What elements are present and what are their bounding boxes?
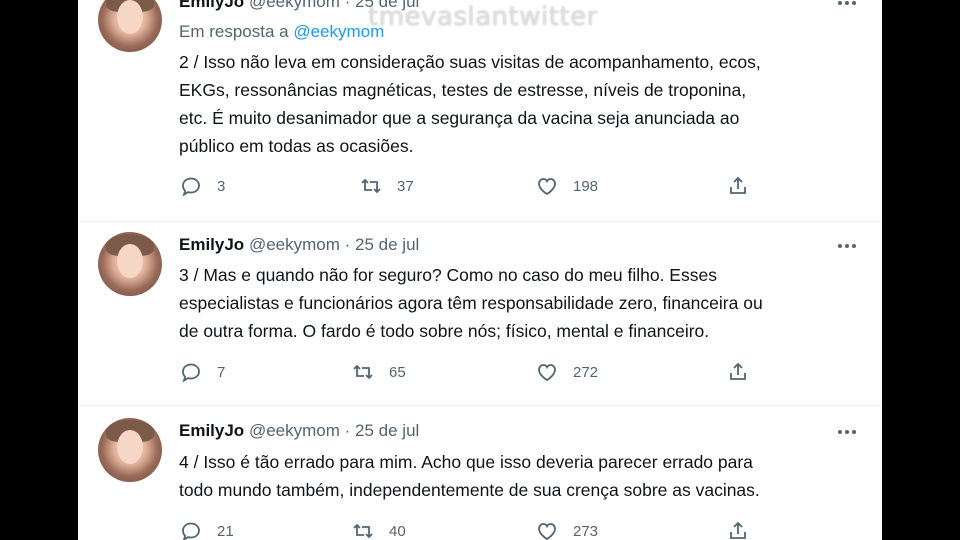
retweet-icon [353,364,373,380]
retweet-button[interactable]: 37 [359,173,414,199]
reply-count: 3 [217,177,226,195]
share-button[interactable] [726,173,750,199]
tweet-line: 4 / Isso é tão errado para mim. Acho que… [179,452,753,472]
share-icon [730,362,746,380]
heart-icon [538,523,556,540]
tweet-line: todo mundo também, independentemente de … [179,480,760,500]
retweet-count: 40 [389,522,406,540]
like-count: 272 [573,363,599,381]
tweet-date[interactable]: 25 de jul [355,235,419,254]
author-handle[interactable]: @eekymom [249,0,340,11]
tweet-date[interactable]: 25 de jul [355,421,419,440]
author-name[interactable]: EmilyJo [179,0,244,11]
like-button[interactable]: 198 [535,173,598,199]
separator: · [344,421,351,440]
tweet-actions: 7 65 272 [179,359,779,385]
reply-button[interactable]: 3 [179,173,225,199]
tweet-line: especialistas e funcionários agora têm r… [179,293,763,313]
avatar[interactable] [98,232,162,296]
tweet-actions: 21 40 273 [179,518,779,540]
retweet-button[interactable]: 65 [351,359,406,385]
reply-button[interactable]: 21 [179,518,234,540]
retweet-count: 37 [397,177,414,195]
reply-icon [182,522,200,540]
share-button[interactable] [726,518,750,540]
reply-icon [182,177,200,197]
heart-icon [538,364,556,382]
tweet-thread: EmilyJo @eekymom · 25 de jul Em resposta… [78,0,882,540]
retweet-icon [361,178,381,194]
tweet-line: 2 / Isso não leva em consideração suas v… [179,52,761,72]
author-name[interactable]: EmilyJo [179,421,244,440]
tweet-header: EmilyJo @eekymom · 25 de jul [179,421,419,443]
divider [78,221,882,222]
reply-count: 7 [217,363,226,381]
like-count: 198 [573,177,599,195]
share-button[interactable] [726,359,750,385]
tweet-line: EKGs, ressonâncias magnéticas, testes de… [179,80,747,100]
heart-icon [538,178,556,196]
share-icon [730,521,746,539]
reply-count: 21 [217,522,234,540]
watermark: tmevaslantwitter [368,2,598,32]
tweet-line: etc. É muito desanimador que a segurança… [179,108,740,128]
separator: · [344,0,351,11]
tweet-header: EmilyJo @eekymom · 25 de jul [179,235,419,257]
tweet-text: 3 / Mas e quando não for seguro? Como no… [179,261,869,345]
author-handle[interactable]: @eekymom [249,421,340,440]
more-icon[interactable] [834,425,860,439]
separator: · [344,235,351,254]
reply-prefix: Em resposta a [179,22,289,41]
author-handle[interactable]: @eekymom [249,235,340,254]
share-icon [730,176,746,194]
retweet-button[interactable]: 40 [351,518,406,540]
reply-context: Em resposta a @eekymom [179,22,384,42]
retweet-count: 65 [389,363,406,381]
like-button[interactable]: 272 [535,359,598,385]
tweet-line: 3 / Mas e quando não for seguro? Como no… [179,265,717,285]
reply-button[interactable]: 7 [179,359,225,385]
reply-icon [182,363,200,383]
tweet-actions: 3 37 198 [179,173,779,199]
like-button[interactable]: 273 [535,518,598,540]
divider [78,405,882,406]
retweet-icon [353,523,373,539]
more-icon[interactable] [834,239,860,253]
like-count: 273 [573,522,599,540]
author-name[interactable]: EmilyJo [179,235,244,254]
tweet-line: de outra forma. O fardo é todo sobre nós… [179,321,710,341]
more-icon[interactable] [834,0,860,10]
tweet-text: 2 / Isso não leva em consideração suas v… [179,48,869,160]
tweet-line: público em todas as ocasiões. [179,136,414,156]
avatar[interactable] [98,418,162,482]
tweet-text: 4 / Isso é tão errado para mim. Acho que… [179,448,869,504]
avatar[interactable] [98,0,162,52]
